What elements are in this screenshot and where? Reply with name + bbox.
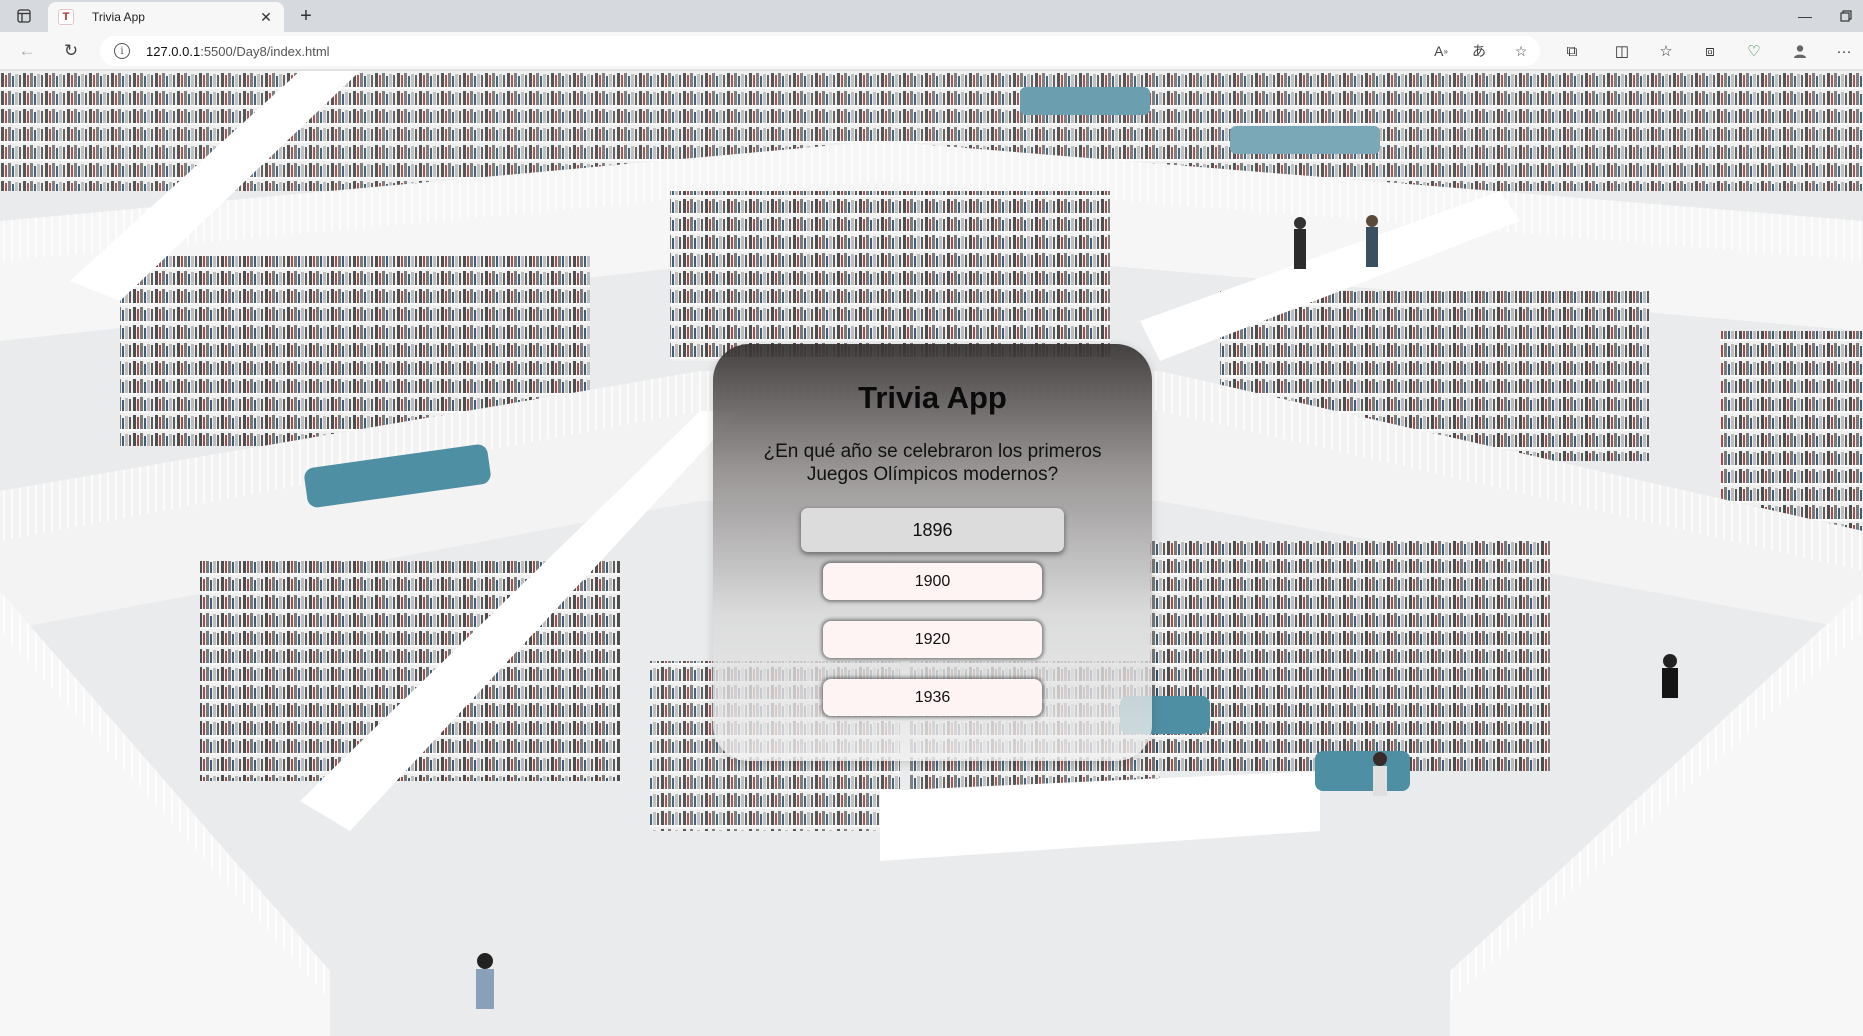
favorites-list-icon[interactable]: ☆ [1652,38,1680,64]
answer-option-1[interactable]: 1896 [801,508,1064,552]
more-icon[interactable]: ··· [1830,38,1858,64]
collections-icon[interactable]: ⧈ [1696,38,1724,64]
back-arrow-icon[interactable]: ← [12,37,42,65]
favicon-icon: T [58,9,74,25]
minimize-icon[interactable]: — [1785,0,1825,32]
url-field[interactable]: i 127.0.0.1:5500/Day8/index.html A» あ ☆ [100,36,1540,66]
translate-icon[interactable]: あ [1466,39,1492,63]
tab-bar: T Trivia App ✕ + — [0,0,1863,32]
reload-icon[interactable]: ↻ [56,37,86,65]
puzzle-icon[interactable]: ⧉ [1558,38,1586,64]
browser-tab[interactable]: T Trivia App ✕ [48,2,284,32]
answer-option-2[interactable]: 1900 [823,563,1042,600]
heart-pulse-icon[interactable]: ♡ [1740,38,1768,64]
trivia-card: Trivia App ¿En qué año se celebraron los… [713,344,1152,761]
read-aloud-icon[interactable]: A» [1428,39,1454,63]
info-icon[interactable]: i [114,43,130,59]
address-bar: ← ↻ i 127.0.0.1:5500/Day8/index.html A» … [0,32,1863,70]
answer-option-4[interactable]: 1936 [823,679,1042,716]
url-path: :5500/Day8/index.html [200,43,330,59]
star-icon[interactable]: ☆ [1508,39,1534,63]
plus-icon[interactable]: + [292,2,320,30]
tab-title: Trivia App [92,10,145,24]
url-host: 127.0.0.1 [146,43,201,59]
answer-option-3[interactable]: 1920 [823,621,1042,658]
page-viewport: Trivia App ¿En qué año se celebraron los… [0,71,1863,1036]
page-title: Trivia App [858,380,1007,415]
url-text: 127.0.0.1:5500/Day8/index.html [146,44,330,59]
question-text: ¿En qué año se celebraron los primeros J… [763,441,1102,485]
split-screen-icon[interactable]: ◫ [1608,38,1636,64]
profile-icon[interactable] [1786,38,1814,64]
sidebar-icon[interactable] [4,0,44,32]
restore-icon[interactable] [1829,0,1863,32]
close-icon[interactable]: ✕ [258,9,274,26]
